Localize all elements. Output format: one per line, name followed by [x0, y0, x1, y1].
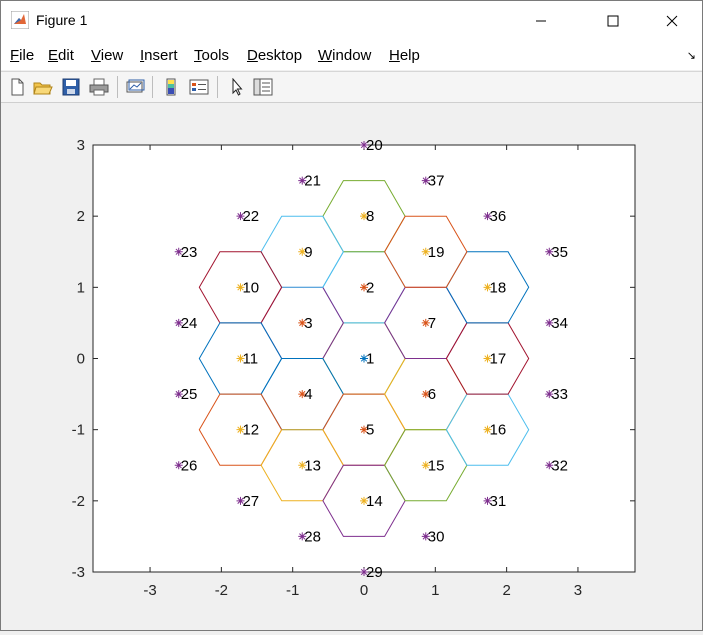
y-tick-label: 3 — [77, 137, 85, 154]
point-label: 24 — [181, 315, 198, 332]
menu-view[interactable]: View — [91, 47, 123, 64]
edit-plot-button[interactable] — [225, 75, 249, 99]
y-tick-label: 2 — [77, 208, 85, 225]
menu-desktop[interactable]: Desktop — [247, 47, 302, 64]
point-label: 12 — [242, 422, 259, 439]
point-label: 17 — [490, 351, 507, 368]
menu-bar: File Edit View Insert Tools Desktop Wind… — [1, 41, 702, 70]
open-file-button[interactable] — [31, 75, 55, 99]
menu-edit[interactable]: Edit — [48, 47, 74, 64]
y-tick-label: -1 — [72, 422, 85, 439]
point-label: 16 — [490, 422, 507, 439]
x-tick-label: 3 — [574, 582, 582, 599]
point-label: 1 — [366, 351, 374, 368]
minimize-icon — [536, 20, 546, 22]
menu-file[interactable]: File — [10, 47, 34, 64]
point-label: 36 — [490, 208, 507, 225]
window-title: Figure 1 — [36, 12, 88, 28]
insert-colorbar-button[interactable] — [159, 75, 183, 99]
point-label: 26 — [181, 457, 198, 474]
new-file-icon — [11, 78, 24, 96]
printer-icon — [89, 78, 109, 96]
x-tick-label: -3 — [143, 582, 156, 599]
y-tick-label: 0 — [77, 351, 85, 368]
point-label: 4 — [304, 386, 312, 403]
save-button[interactable] — [59, 75, 83, 99]
point-label: 34 — [551, 315, 568, 332]
figure-canvas: -3 -2 -1 0 1 2 3 -3 -2 -1 0 1 2 3 1 2 3 4 5 6 7 8 9 10 11 12 13 14… — [1, 103, 702, 630]
point-label: 23 — [181, 244, 198, 261]
x-tick-label: 1 — [431, 582, 439, 599]
toolbar-separator — [152, 76, 153, 98]
title-bar[interactable]: Figure 1 — [1, 1, 702, 41]
point-label: 32 — [551, 457, 568, 474]
x-tick-label: 0 — [360, 582, 368, 599]
menu-window[interactable]: Window — [318, 47, 371, 64]
point-label: 20 — [366, 137, 383, 154]
figure-window: Figure 1 File Edit View Insert Tools Des… — [0, 0, 703, 631]
point-label: 25 — [181, 386, 198, 403]
plot-svg: -3 -2 -1 0 1 2 3-3-2-10123 1234567891011121314… — [72, 137, 636, 599]
point-label: 6 — [428, 386, 436, 403]
save-icon — [62, 78, 80, 96]
point-label: 10 — [242, 279, 259, 296]
matlab-logo-icon — [11, 11, 29, 29]
point-label: 19 — [428, 244, 445, 261]
point-label: 8 — [366, 208, 374, 225]
point-label: 28 — [304, 528, 321, 545]
x-tick-label: 2 — [502, 582, 510, 599]
x-tick-label: -1 — [286, 582, 299, 599]
insert-legend-button[interactable] — [187, 75, 211, 99]
link-plot-button[interactable] — [123, 75, 147, 99]
figure-toolbar — [1, 71, 702, 103]
menu-help[interactable]: Help — [389, 47, 420, 64]
minimize-button[interactable] — [518, 1, 564, 41]
print-button[interactable] — [87, 75, 111, 99]
point-label: 3 — [304, 315, 312, 332]
close-button[interactable] — [649, 1, 695, 41]
point-label: 18 — [490, 279, 507, 296]
point-label: 29 — [366, 564, 383, 581]
point-label: 2 — [366, 279, 374, 296]
legend-icon — [189, 79, 209, 95]
colorbar-icon — [166, 78, 176, 96]
point-label: 35 — [551, 244, 568, 261]
property-inspector-button[interactable] — [251, 75, 275, 99]
point-label: 5 — [366, 422, 374, 439]
menu-insert[interactable]: Insert — [140, 47, 178, 64]
point-label: 21 — [304, 173, 321, 190]
point-label: 27 — [242, 493, 259, 510]
point-label: 33 — [551, 386, 568, 403]
dock-figure-icon[interactable]: ↘ — [687, 49, 696, 62]
y-tick-label: 1 — [77, 279, 85, 296]
maximize-button[interactable] — [590, 1, 636, 41]
point-label: 22 — [242, 208, 259, 225]
y-tick-label: -3 — [72, 564, 85, 581]
maximize-icon — [607, 15, 619, 27]
point-label: 14 — [366, 493, 383, 510]
point-label: 13 — [304, 457, 321, 474]
point-label: 9 — [304, 244, 312, 261]
menu-tools[interactable]: Tools — [194, 47, 229, 64]
point-label: 7 — [428, 315, 436, 332]
property-inspector-icon — [253, 78, 273, 96]
point-label: 30 — [428, 528, 445, 545]
toolbar-separator — [117, 76, 118, 98]
point-label: 31 — [490, 493, 507, 510]
point-label: 37 — [428, 173, 445, 190]
new-figure-button[interactable] — [5, 75, 29, 99]
point-label: 11 — [242, 351, 258, 368]
point-label: 15 — [428, 457, 445, 474]
toolbar-separator — [217, 76, 218, 98]
y-tick-label: -2 — [72, 493, 85, 510]
pointer-arrow-icon — [232, 78, 243, 96]
close-icon — [666, 15, 678, 27]
open-folder-icon — [33, 82, 53, 95]
link-plot-icon — [126, 79, 145, 93]
x-tick-label: -2 — [215, 582, 228, 599]
